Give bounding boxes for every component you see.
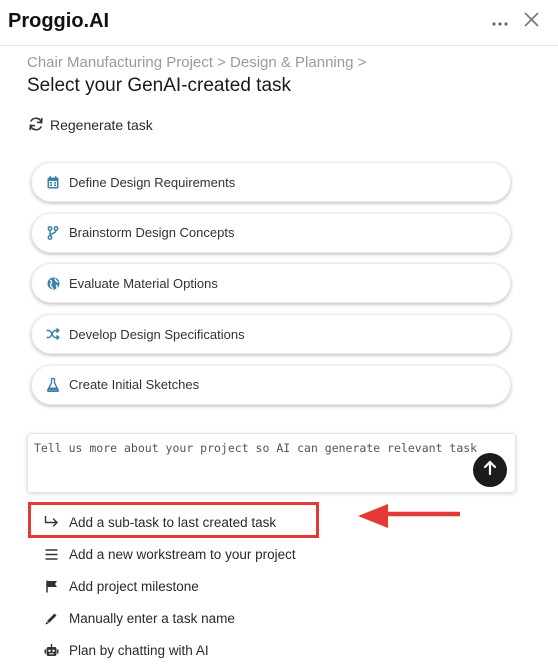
project-prompt-box xyxy=(27,433,516,493)
action-label: Plan by chatting with AI xyxy=(69,642,209,658)
calendar-icon xyxy=(46,175,60,189)
regenerate-task-button[interactable]: Regenerate task xyxy=(28,114,153,136)
task-option-define-design-requirements[interactable]: Define Design Requirements xyxy=(31,162,511,202)
globe-icon xyxy=(46,276,60,290)
add-subtask-action[interactable]: Add a sub-task to last created task xyxy=(44,506,364,538)
flag-icon xyxy=(44,579,59,594)
breadcrumb: Chair Manufacturing Project > Design & P… xyxy=(27,54,367,71)
refresh-icon xyxy=(28,116,44,135)
branch-icon xyxy=(46,225,60,240)
close-icon xyxy=(523,12,539,32)
action-label: Add a sub-task to last created task xyxy=(69,514,277,530)
action-label: Add project milestone xyxy=(69,578,199,594)
task-option-create-initial-sketches[interactable]: Create Initial Sketches xyxy=(31,364,511,405)
regenerate-label: Regenerate task xyxy=(50,117,153,133)
robot-icon xyxy=(44,643,59,658)
task-option-label: Define Design Requirements xyxy=(69,174,236,190)
task-option-label: Brainstorm Design Concepts xyxy=(69,225,235,241)
send-button[interactable] xyxy=(473,453,507,487)
task-option-evaluate-material-options[interactable]: Evaluate Material Options xyxy=(31,263,511,304)
add-milestone-action[interactable]: Add project milestone xyxy=(44,570,364,602)
task-suggestion-list: Define Design Requirements Brainstorm De… xyxy=(31,162,511,415)
flask-icon xyxy=(46,377,60,392)
action-label: Manually enter a task name xyxy=(69,610,235,626)
manual-task-name-action[interactable]: Manually enter a task name xyxy=(44,602,364,634)
task-option-label: Evaluate Material Options xyxy=(69,275,218,291)
add-workstream-action[interactable]: Add a new workstream to your project xyxy=(44,538,364,570)
list-icon xyxy=(44,547,59,562)
panel-header: Proggio.AI xyxy=(0,0,558,46)
action-label: Add a new workstream to your project xyxy=(69,546,296,562)
task-option-label: Create Initial Sketches xyxy=(69,377,200,393)
plan-by-chat-action[interactable]: Plan by chatting with AI xyxy=(44,634,364,666)
pencil-icon xyxy=(44,611,59,626)
close-button[interactable] xyxy=(519,10,543,34)
shuffle-icon xyxy=(46,327,60,341)
page-title: Select your GenAI-created task xyxy=(27,75,292,96)
more-options-button[interactable] xyxy=(488,10,512,34)
app-title: Proggio.AI xyxy=(8,10,110,32)
task-option-develop-design-specifications[interactable]: Develop Design Specifications xyxy=(31,314,511,355)
task-option-label: Develop Design Specifications xyxy=(69,326,245,342)
quick-actions-list: Add a sub-task to last created task Add … xyxy=(44,506,364,666)
subtask-arrow-icon xyxy=(44,515,59,530)
arrow-up-icon xyxy=(483,460,497,481)
annotation-arrow xyxy=(356,500,462,537)
ellipsis-icon xyxy=(492,13,508,31)
project-description-input[interactable] xyxy=(28,434,515,492)
task-option-brainstorm-design-concepts[interactable]: Brainstorm Design Concepts xyxy=(31,212,511,253)
